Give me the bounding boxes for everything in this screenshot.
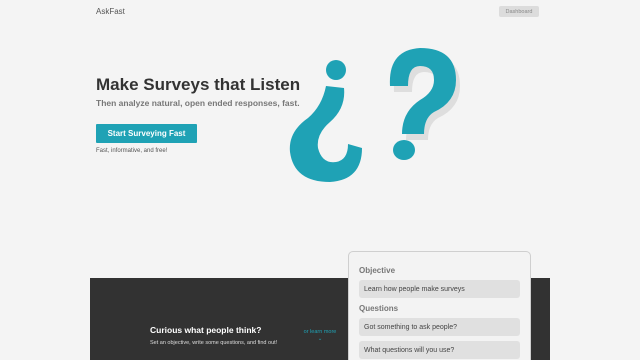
questions-label: Questions (359, 304, 399, 313)
survey-form-card: Objective Learn how people make surveys … (348, 251, 531, 360)
question-field[interactable]: What questions will you use? (359, 341, 520, 359)
question-field[interactable]: Got something to ask people? (359, 318, 520, 336)
hero-tagline: Fast, informative, and free! (96, 148, 168, 154)
brand-logo-text[interactable]: AskFast (96, 7, 125, 16)
question-marks-illustration (289, 48, 460, 182)
question-mark-icon (389, 48, 456, 160)
hero-subtitle: Then analyze natural, open ended respons… (96, 98, 300, 108)
chevron-down-icon: ⌄ (317, 335, 323, 342)
hero-title: Make Surveys that Listen (96, 75, 301, 94)
objective-label: Objective (359, 266, 396, 275)
start-surveying-button[interactable]: Start Surveying Fast (96, 124, 197, 143)
inverted-question-mark-icon (289, 60, 362, 182)
band-title: Curious what people think? (150, 325, 262, 335)
learn-more-link[interactable]: or learn more ⌄ (302, 329, 338, 342)
dashboard-button[interactable]: Dashboard (499, 6, 539, 17)
band-description: Set an objective, write some questions, … (150, 340, 278, 346)
objective-field[interactable]: Learn how people make surveys (359, 280, 520, 298)
learn-more-label: or learn more (303, 329, 337, 335)
